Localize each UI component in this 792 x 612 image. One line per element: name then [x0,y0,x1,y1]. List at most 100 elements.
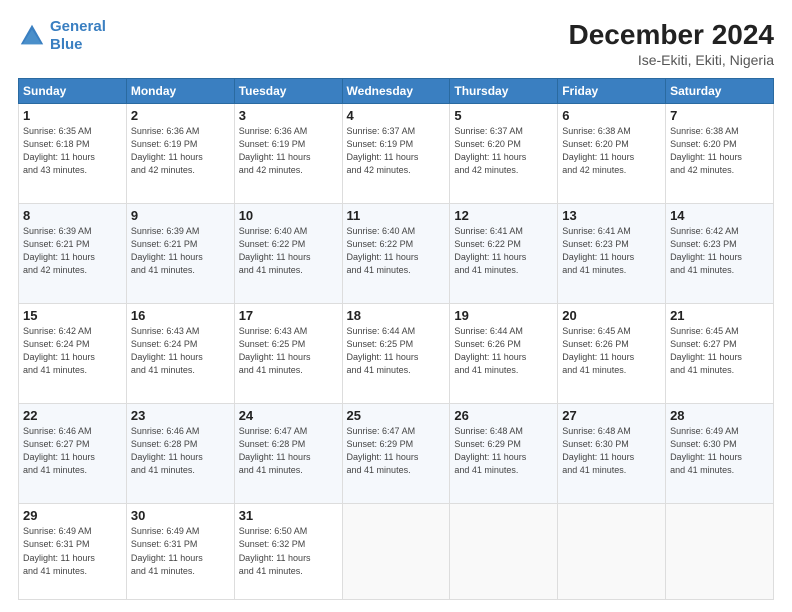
day-info: Sunrise: 6:36 AM Sunset: 6:19 PM Dayligh… [239,125,338,177]
table-row: 19 Sunrise: 6:44 AM Sunset: 6:26 PM Dayli… [450,304,558,404]
day-info: Sunrise: 6:44 AM Sunset: 6:25 PM Dayligh… [347,325,446,377]
day-info: Sunrise: 6:49 AM Sunset: 6:30 PM Dayligh… [670,425,769,477]
day-info: Sunrise: 6:40 AM Sunset: 6:22 PM Dayligh… [347,225,446,277]
table-row: 14 Sunrise: 6:42 AM Sunset: 6:23 PM Dayli… [666,203,774,303]
header: General Blue December 2024 Ise-Ekiti, Ek… [18,18,774,68]
logo-line2: Blue [50,36,83,53]
table-row: 28 Sunrise: 6:49 AM Sunset: 6:30 PM Dayli… [666,404,774,504]
calendar-subtitle: Ise-Ekiti, Ekiti, Nigeria [569,52,774,68]
table-row: 21 Sunrise: 6:45 AM Sunset: 6:27 PM Dayli… [666,304,774,404]
day-info: Sunrise: 6:47 AM Sunset: 6:29 PM Dayligh… [347,425,446,477]
day-info: Sunrise: 6:49 AM Sunset: 6:31 PM Dayligh… [23,525,122,577]
table-row: 22 Sunrise: 6:46 AM Sunset: 6:27 PM Dayli… [19,404,127,504]
day-info: Sunrise: 6:41 AM Sunset: 6:22 PM Dayligh… [454,225,553,277]
calendar-table: Sunday Monday Tuesday Wednesday Thursday… [18,78,774,600]
table-row: 13 Sunrise: 6:41 AM Sunset: 6:23 PM Dayli… [558,203,666,303]
table-row: 20 Sunrise: 6:45 AM Sunset: 6:26 PM Dayli… [558,304,666,404]
table-row: 4 Sunrise: 6:37 AM Sunset: 6:19 PM Daylig… [342,103,450,203]
day-info: Sunrise: 6:38 AM Sunset: 6:20 PM Dayligh… [670,125,769,177]
day-info: Sunrise: 6:42 AM Sunset: 6:24 PM Dayligh… [23,325,122,377]
day-info: Sunrise: 6:42 AM Sunset: 6:23 PM Dayligh… [670,225,769,277]
day-number: 8 [23,208,122,223]
day-number: 17 [239,308,338,323]
table-row: 18 Sunrise: 6:44 AM Sunset: 6:25 PM Dayli… [342,304,450,404]
day-number: 18 [347,308,446,323]
day-number: 2 [131,108,230,123]
day-info: Sunrise: 6:36 AM Sunset: 6:19 PM Dayligh… [131,125,230,177]
day-info: Sunrise: 6:45 AM Sunset: 6:26 PM Dayligh… [562,325,661,377]
table-row: 1 Sunrise: 6:35 AM Sunset: 6:18 PM Daylig… [19,103,127,203]
table-row: 27 Sunrise: 6:48 AM Sunset: 6:30 PM Dayli… [558,404,666,504]
day-number: 9 [131,208,230,223]
day-info: Sunrise: 6:45 AM Sunset: 6:27 PM Dayligh… [670,325,769,377]
day-number: 10 [239,208,338,223]
table-row: 31 Sunrise: 6:50 AM Sunset: 6:32 PM Dayli… [234,504,342,600]
day-number: 6 [562,108,661,123]
table-row: 9 Sunrise: 6:39 AM Sunset: 6:21 PM Daylig… [126,203,234,303]
table-row: 23Sunrise: 6:46 AM Sunset: 6:28 PM Dayli… [126,404,234,504]
table-row: 30Sunrise: 6:49 AM Sunset: 6:31 PM Dayli… [126,504,234,600]
table-row: 16 Sunrise: 6:43 AM Sunset: 6:24 PM Dayli… [126,304,234,404]
day-number: 19 [454,308,553,323]
table-row: 12 Sunrise: 6:41 AM Sunset: 6:22 PM Dayli… [450,203,558,303]
table-row: 3 Sunrise: 6:36 AM Sunset: 6:19 PM Daylig… [234,103,342,203]
day-info: Sunrise: 6:39 AM Sunset: 6:21 PM Dayligh… [131,225,230,277]
day-info: Sunrise: 6:41 AM Sunset: 6:23 PM Dayligh… [562,225,661,277]
day-number: 16 [131,308,230,323]
col-monday: Monday [126,78,234,103]
logo-text: General Blue [50,18,106,54]
table-row [558,504,666,600]
day-number: 28 [670,408,769,423]
table-row: 17 Sunrise: 6:43 AM Sunset: 6:25 PM Dayli… [234,304,342,404]
day-number: 22 [23,408,122,423]
day-info: Sunrise: 6:38 AM Sunset: 6:20 PM Dayligh… [562,125,661,177]
day-info: Sunrise: 6:48 AM Sunset: 6:30 PM Dayligh… [562,425,661,477]
day-info: Sunrise: 6:46 AM Sunset: 6:27 PM Dayligh… [23,425,122,477]
day-info: Sunrise: 6:37 AM Sunset: 6:19 PM Dayligh… [347,125,446,177]
table-row: 5 Sunrise: 6:37 AM Sunset: 6:20 PM Daylig… [450,103,558,203]
page: General Blue December 2024 Ise-Ekiti, Ek… [0,0,792,612]
col-tuesday: Tuesday [234,78,342,103]
day-number: 1 [23,108,122,123]
day-number: 15 [23,308,122,323]
table-row: 26 Sunrise: 6:48 AM Sunset: 6:29 PM Dayli… [450,404,558,504]
table-row: 11 Sunrise: 6:40 AM Sunset: 6:22 PM Dayli… [342,203,450,303]
logo-line1: General [50,18,106,35]
table-row: 24Sunrise: 6:47 AM Sunset: 6:28 PM Dayli… [234,404,342,504]
day-number: 14 [670,208,769,223]
day-number: 11 [347,208,446,223]
day-info: Sunrise: 6:48 AM Sunset: 6:29 PM Dayligh… [454,425,553,477]
day-number: 26 [454,408,553,423]
day-number: 4 [347,108,446,123]
day-number: 27 [562,408,661,423]
day-number: 13 [562,208,661,223]
day-number: 3 [239,108,338,123]
col-thursday: Thursday [450,78,558,103]
day-info: Sunrise: 6:37 AM Sunset: 6:20 PM Dayligh… [454,125,553,177]
col-wednesday: Wednesday [342,78,450,103]
day-info: Sunrise: 6:50 AM Sunset: 6:32 PM Dayligh… [239,525,338,577]
day-info: Sunrise: 6:43 AM Sunset: 6:24 PM Dayligh… [131,325,230,377]
calendar-header-row: Sunday Monday Tuesday Wednesday Thursday… [19,78,774,103]
table-row: 6 Sunrise: 6:38 AM Sunset: 6:20 PM Daylig… [558,103,666,203]
day-number: 5 [454,108,553,123]
day-number: 29 [23,508,122,523]
day-info: Sunrise: 6:40 AM Sunset: 6:22 PM Dayligh… [239,225,338,277]
day-number: 7 [670,108,769,123]
day-number: 31 [239,508,338,523]
day-number: 21 [670,308,769,323]
table-row: 10 Sunrise: 6:40 AM Sunset: 6:22 PM Dayli… [234,203,342,303]
day-info: Sunrise: 6:46 AM Sunset: 6:28 PM Dayligh… [131,425,230,477]
table-row: 7 Sunrise: 6:38 AM Sunset: 6:20 PM Daylig… [666,103,774,203]
table-row [666,504,774,600]
col-friday: Friday [558,78,666,103]
day-info: Sunrise: 6:44 AM Sunset: 6:26 PM Dayligh… [454,325,553,377]
title-block: December 2024 Ise-Ekiti, Ekiti, Nigeria [569,18,774,68]
day-info: Sunrise: 6:43 AM Sunset: 6:25 PM Dayligh… [239,325,338,377]
day-number: 20 [562,308,661,323]
day-number: 12 [454,208,553,223]
table-row: 25Sunrise: 6:47 AM Sunset: 6:29 PM Dayli… [342,404,450,504]
table-row [342,504,450,600]
table-row: 15 Sunrise: 6:42 AM Sunset: 6:24 PM Dayli… [19,304,127,404]
day-info: Sunrise: 6:35 AM Sunset: 6:18 PM Dayligh… [23,125,122,177]
